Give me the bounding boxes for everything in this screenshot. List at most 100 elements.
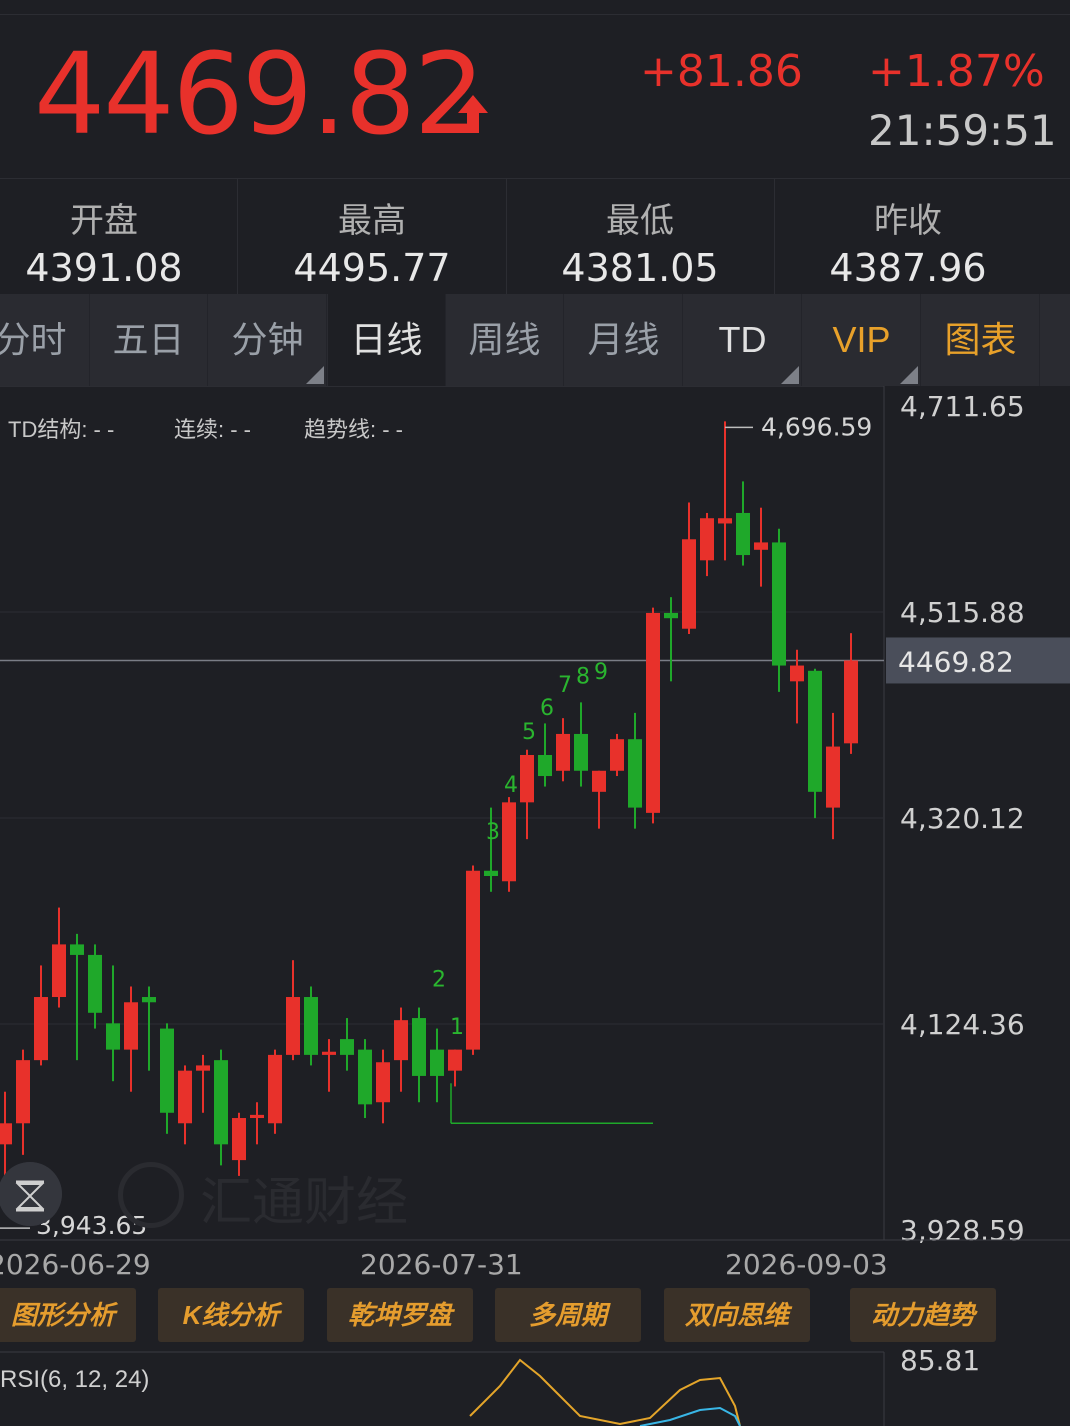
pattern-analysis-button[interactable]: 图形分析: [0, 1288, 136, 1342]
x-tick-label: 2026-06-29: [0, 1248, 151, 1281]
candle-body: [790, 665, 804, 682]
candle-body: [16, 1060, 30, 1124]
qiankun-compass-button[interactable]: 乾坤罗盘: [327, 1288, 473, 1342]
two-way-thinking-button[interactable]: 双向思维: [664, 1288, 810, 1342]
dropdown-corner-icon: [306, 366, 324, 384]
tab-td[interactable]: TD: [684, 294, 802, 386]
candle-body: [628, 739, 642, 808]
y-tick-label: 4,711.65: [900, 390, 1025, 423]
candle-body: [754, 542, 768, 550]
td-continuous: 连续: - -: [174, 417, 251, 442]
td-count-label: 1: [450, 1015, 464, 1040]
candle-body: [250, 1114, 264, 1119]
candle-body: [394, 1020, 408, 1061]
tab-minute[interactable]: 分钟: [209, 294, 327, 386]
td-count-label: 5: [522, 720, 536, 745]
stat-open: 开盘 4391.08: [0, 179, 238, 295]
candle-body: [196, 1065, 210, 1071]
stat-high-value: 4495.77: [293, 246, 451, 290]
high-annotation: 4,696.59: [761, 412, 872, 441]
multi-period-button[interactable]: 多周期: [495, 1288, 641, 1342]
candle-body: [142, 997, 156, 1003]
candle-body: [484, 870, 498, 877]
candle-body: [178, 1070, 192, 1124]
tab-intraday[interactable]: 分时: [0, 294, 90, 386]
period-tabs: 分时 五日 分钟 日线 周线 月线 TD VIP 图表: [0, 294, 1070, 386]
stat-low-label: 最低: [606, 202, 674, 240]
candle-body: [160, 1028, 174, 1113]
quote-time: 21:59:51: [868, 106, 1057, 155]
kline-analysis-button[interactable]: K线分析: [158, 1288, 304, 1342]
candle-body: [520, 754, 534, 803]
y-tick-label: 4,515.88: [900, 596, 1025, 629]
y-tick-label: 3,928.59: [900, 1214, 1025, 1247]
td-count-label: 3: [486, 820, 500, 845]
momentum-trend-button[interactable]: 动力趋势: [850, 1288, 996, 1342]
candle-body: [718, 518, 732, 524]
stat-prev-close: 昨收 4387.96: [774, 179, 1042, 295]
candle-body: [700, 518, 714, 561]
tab-minute-label: 分钟: [231, 319, 304, 360]
tab-weekly[interactable]: 周线: [446, 294, 564, 386]
stat-divider: [506, 178, 507, 294]
plot-frame: [0, 386, 885, 1241]
rsi-chart: [0, 1351, 885, 1426]
stat-prev-close-value: 4387.96: [829, 246, 987, 290]
dropdown-corner-icon: [781, 366, 799, 384]
td-count-label: 4: [504, 773, 518, 798]
candle-body: [844, 660, 858, 744]
tab-chart[interactable]: 图表: [922, 294, 1040, 386]
candle-body: [124, 1002, 138, 1050]
candle-body: [736, 512, 750, 556]
stat-prev-close-label: 昨收: [874, 202, 942, 240]
td-trendline: 趋势线: - -: [304, 417, 403, 442]
stat-high-label: 最高: [338, 202, 406, 240]
candle-body: [232, 1118, 246, 1161]
stat-high: 最高 4495.77: [238, 179, 506, 295]
last-price: 4469.82: [34, 30, 485, 160]
tab-daily[interactable]: 日线: [328, 294, 446, 386]
watermark-logo-icon: [118, 1162, 184, 1228]
rsi-line-12: [639, 1406, 741, 1426]
candle-body: [502, 802, 516, 882]
y-tick-label: 4,124.36: [900, 1008, 1025, 1041]
candle-body: [52, 944, 66, 998]
drawing-tool-icon[interactable]: [0, 1162, 62, 1226]
td-count-label: 9: [594, 660, 608, 685]
candle-body: [646, 612, 660, 813]
candle-body: [826, 746, 840, 808]
candle-body: [772, 542, 786, 666]
candle-body: [538, 754, 552, 777]
analysis-buttons: 图形分析 K线分析 乾坤罗盘 多周期 双向思维 动力趋势: [0, 1288, 1070, 1342]
stat-divider: [237, 178, 238, 294]
candle-body: [88, 954, 102, 1013]
candle-body: [592, 770, 606, 792]
price-change: +81.86: [640, 46, 803, 97]
y-tick-label: 4,320.12: [900, 802, 1025, 835]
td-count-label: 7: [558, 673, 572, 698]
candle-body: [574, 733, 588, 771]
td-count-label: 6: [540, 696, 554, 721]
candle-body: [214, 1060, 228, 1145]
candle-body: [70, 944, 84, 955]
tab-td-label: TD: [718, 319, 767, 360]
stat-open-value: 4391.08: [25, 246, 183, 290]
stat-low: 最低 4381.05: [506, 179, 774, 295]
stat-open-label: 开盘: [70, 202, 138, 240]
td-structure: TD结构: - -: [8, 417, 115, 442]
dropdown-corner-icon: [900, 366, 918, 384]
candlestick-chart[interactable]: 4,711.65 4,515.88 4,320.12 4,124.36 3,928.59…: [0, 386, 1070, 1286]
tab-vip-label: VIP: [832, 319, 891, 360]
tab-monthly[interactable]: 月线: [565, 294, 683, 386]
price-change-pct: +1.87%: [868, 46, 1045, 97]
rsi-line-6: [469, 1358, 741, 1426]
x-tick-label: 2026-07-31: [360, 1248, 523, 1281]
tab-five-day[interactable]: 五日: [90, 294, 208, 386]
td-count-label: 8: [576, 664, 590, 689]
stat-low-value: 4381.05: [561, 246, 719, 290]
candle-body: [682, 539, 696, 629]
tab-vip[interactable]: VIP: [803, 294, 921, 386]
td-count-label: 2: [432, 967, 446, 992]
candle-body: [340, 1039, 354, 1055]
candle-body: [376, 1062, 390, 1103]
